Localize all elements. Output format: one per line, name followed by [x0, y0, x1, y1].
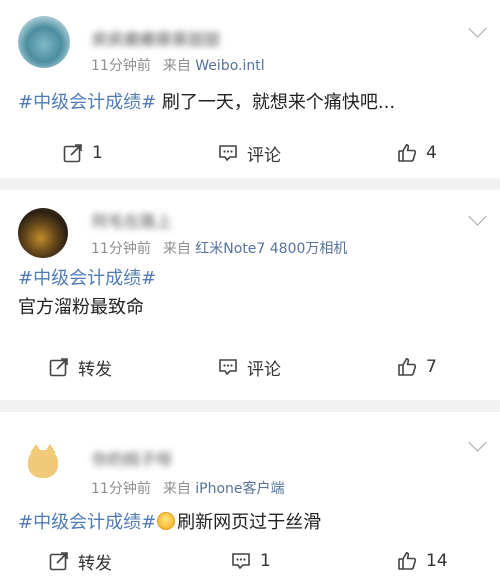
- comment-icon: [219, 359, 237, 376]
- avatar[interactable]: [18, 208, 68, 258]
- action-bar: 1 评论 4: [0, 138, 500, 168]
- post-meta: 11分钟前 来自 红米Note7 4800万相机: [91, 238, 347, 258]
- like-count: 7: [426, 357, 437, 377]
- chevron-down-icon[interactable]: [468, 19, 487, 38]
- hashtag-link[interactable]: #中级会计成绩#: [18, 512, 156, 533]
- like-button[interactable]: 4: [396, 138, 437, 168]
- comment-button[interactable]: 评论: [217, 138, 281, 168]
- post-text: 刷新网页过于丝滑: [177, 512, 322, 533]
- repost-icon: [49, 358, 68, 377]
- action-bar: 转发 评论 7: [0, 352, 500, 382]
- username[interactable]: 阿毛在路上: [92, 208, 172, 232]
- repost-button[interactable]: 转发: [48, 546, 112, 576]
- comment-label: 评论: [247, 145, 281, 166]
- post-source[interactable]: Weibo.intl: [195, 58, 264, 74]
- weibo-post-1[interactable]: 疯疯癫癫蔡蔡甜甜 11分钟前 来自 Weibo.intl #中级会计成绩# 刷了一…: [0, 0, 500, 178]
- comment-button[interactable]: 评论: [217, 352, 281, 382]
- post-meta: 11分钟前 来自 iPhone客户端: [91, 478, 285, 498]
- post-content: #中级会计成绩# 官方溜粉最致命: [18, 264, 484, 322]
- comment-label: 评论: [247, 359, 281, 380]
- post-content: #中级会计成绩# 刷了一天，就想来个痛快吧...: [18, 88, 484, 117]
- post-time: 11分钟前: [91, 58, 151, 74]
- action-bar: 转发 1 14: [0, 546, 500, 576]
- avatar[interactable]: [18, 436, 70, 488]
- repost-label: 转发: [78, 553, 112, 574]
- comment-count: 1: [260, 551, 271, 571]
- thumbs-up-icon: [398, 358, 417, 376]
- source-prefix: 来自: [162, 58, 191, 74]
- thumbs-up-icon: [398, 144, 417, 162]
- repost-icon: [63, 144, 82, 163]
- hashtag-link[interactable]: #中级会计成绩#: [18, 264, 484, 293]
- thumbs-up-icon: [398, 552, 417, 570]
- comment-button[interactable]: 1: [230, 546, 271, 576]
- post-text: 官方溜粉最致命: [18, 297, 144, 318]
- comment-icon: [232, 553, 250, 570]
- chevron-down-icon[interactable]: [468, 433, 487, 452]
- cat-avatar-icon: [28, 444, 58, 478]
- repost-label: 转发: [78, 359, 112, 380]
- like-button[interactable]: 7: [396, 352, 437, 382]
- repost-icon: [49, 552, 68, 571]
- like-button[interactable]: 14: [396, 546, 448, 576]
- weibo-post-2[interactable]: 阿毛在路上 11分钟前 来自 红米Note7 4800万相机 #中级会计成绩# 官…: [0, 190, 500, 400]
- post-time: 11分钟前: [91, 241, 151, 257]
- post-source[interactable]: 红米Note7 4800万相机: [195, 241, 347, 257]
- username[interactable]: 疯疯癫癫蔡蔡甜甜: [92, 26, 220, 50]
- source-prefix: 来自: [162, 481, 191, 497]
- post-meta: 11分钟前 来自 Weibo.intl: [91, 55, 265, 75]
- weibo-post-3[interactable]: 你的桃子呀 11分钟前 来自 iPhone客户端 #中级会计成绩# 刷新网页过于丝滑…: [0, 412, 500, 587]
- like-count: 4: [426, 143, 437, 163]
- hashtag-link[interactable]: #中级会计成绩#: [18, 92, 156, 113]
- repost-count: 1: [92, 143, 103, 163]
- emoji-icon: [157, 512, 176, 530]
- repost-button[interactable]: 转发: [48, 352, 112, 382]
- post-time: 11分钟前: [91, 481, 151, 497]
- chevron-down-icon[interactable]: [468, 207, 487, 226]
- like-count: 14: [426, 551, 448, 571]
- post-content: #中级会计成绩# 刷新网页过于丝滑: [18, 508, 484, 537]
- repost-button[interactable]: 1: [62, 138, 103, 168]
- post-text: 刷了一天，就想来个痛快吧...: [161, 92, 396, 113]
- source-prefix: 来自: [162, 241, 191, 257]
- post-source[interactable]: iPhone客户端: [195, 481, 284, 497]
- username[interactable]: 你的桃子呀: [92, 446, 172, 470]
- comment-icon: [219, 145, 237, 162]
- avatar[interactable]: [18, 16, 70, 68]
